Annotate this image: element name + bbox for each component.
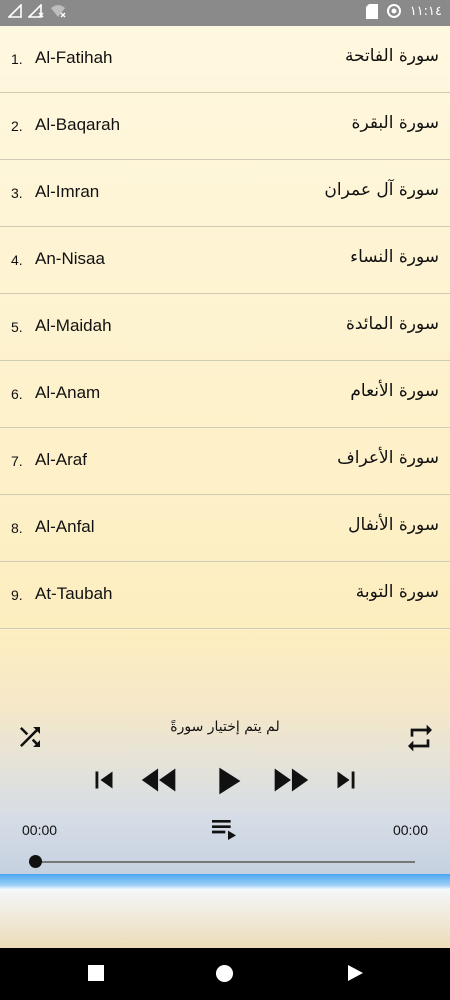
surah-number: 3. — [11, 185, 23, 201]
surah-name-ar: سورة البقرة — [351, 113, 439, 133]
skip-previous-icon — [95, 771, 113, 789]
skip-next-button[interactable] — [328, 762, 364, 798]
surah-name-ar: سورة الأنعام — [350, 381, 439, 401]
surah-name-ar: سورة آل عمران — [324, 180, 439, 200]
home-icon — [215, 964, 234, 983]
surah-number: 6. — [11, 386, 23, 402]
surah-number: 2. — [11, 118, 23, 134]
accent-band — [0, 874, 450, 890]
status-right-icons: ١١:١٤ — [365, 3, 442, 19]
data-saver-icon — [386, 4, 401, 18]
surah-number: 7. — [11, 453, 23, 469]
bottom-panel — [0, 890, 450, 948]
surah-name-ar: سورة التوبة — [355, 582, 439, 602]
surah-number: 1. — [11, 51, 23, 67]
recents-icon — [88, 965, 104, 981]
signal-icon — [8, 4, 22, 18]
status-time: ١١:١٤ — [409, 3, 442, 19]
status-left-icons — [8, 4, 66, 18]
surah-name-en: Al-Baqarah — [35, 115, 121, 134]
surah-name-ar: سورة الأنفال — [348, 515, 439, 535]
rewind-icon — [141, 768, 176, 792]
repeat-button[interactable] — [402, 720, 438, 756]
surah-name-ar: سورة الأعراف — [337, 448, 439, 468]
back-icon — [348, 965, 363, 981]
surah-name-ar: سورة الفاتحة — [344, 46, 439, 66]
fast-forward-button[interactable] — [266, 758, 314, 802]
surah-name-ar: سورة النساء — [350, 247, 439, 267]
play-button[interactable] — [204, 758, 250, 804]
seek-thumb[interactable] — [29, 855, 42, 868]
play-icon — [219, 767, 241, 795]
rewind-button[interactable] — [136, 758, 184, 802]
surah-row[interactable]: 7. Al-Araf سورة الأعراف — [0, 428, 450, 495]
surah-number: 5. — [11, 319, 23, 335]
wifi-off-icon — [51, 5, 66, 18]
surah-number: 8. — [11, 520, 23, 536]
surah-name-en: Al-Fatihah — [35, 48, 113, 67]
surah-name-en: An-Nisaa — [35, 249, 105, 268]
surah-number: 4. — [11, 252, 23, 268]
surah-row[interactable]: 6. Al-Anam سورة الأنعام — [0, 361, 450, 428]
playlist-icon — [212, 820, 236, 840]
surah-name-ar: سورة المائدة — [345, 314, 439, 334]
back-button[interactable] — [347, 964, 364, 986]
skip-next-icon — [337, 771, 355, 789]
surah-row[interactable]: 2. Al-Baqarah سورة البقرة — [0, 93, 450, 160]
repeat-icon — [408, 724, 432, 752]
surah-row[interactable]: 1. Al-Fatihah سورة الفاتحة — [0, 26, 450, 93]
fast-forward-icon — [274, 768, 309, 792]
surah-name-en: Al-Imran — [35, 182, 100, 201]
playlist-button[interactable] — [205, 812, 243, 844]
home-button[interactable] — [215, 964, 234, 987]
surah-name-en: At-Taubah — [35, 584, 113, 603]
recents-button[interactable] — [87, 964, 105, 986]
surah-name-en: Al-Anam — [35, 383, 101, 402]
seek-bar[interactable] — [35, 861, 415, 863]
surah-list: 1. Al-Fatihah سورة الفاتحة 2. Al-Baqarah… — [0, 26, 450, 629]
no-sim-icon — [28, 4, 44, 18]
status-bar: ١١:١٤ — [0, 0, 450, 26]
sd-card-icon — [365, 3, 378, 19]
surah-number: 9. — [11, 587, 23, 603]
surah-row[interactable]: 3. Al-Imran سورة آل عمران — [0, 160, 450, 227]
surah-name-en: Al-Maidah — [35, 316, 112, 335]
now-playing-label: لم يتم إختيار سورةً — [170, 719, 280, 735]
surah-name-en: Al-Araf — [35, 450, 87, 469]
audio-player: لم يتم إختيار سورةً 00:00 00:00 — [0, 630, 450, 878]
surah-row[interactable]: 5. Al-Maidah سورة المائدة — [0, 294, 450, 361]
surah-row[interactable]: 9. At-Taubah سورة التوبة — [0, 562, 450, 629]
surah-row[interactable]: 8. Al-Anfal سورة الأنفال — [0, 495, 450, 562]
surah-row[interactable]: 4. An-Nisaa سورة النساء — [0, 227, 450, 294]
surah-name-en: Al-Anfal — [35, 517, 95, 536]
skip-previous-button[interactable] — [86, 762, 122, 798]
elapsed-time: 00:00 — [22, 822, 58, 838]
navigation-bar — [0, 948, 450, 1000]
total-duration: 00:00 — [392, 822, 428, 838]
